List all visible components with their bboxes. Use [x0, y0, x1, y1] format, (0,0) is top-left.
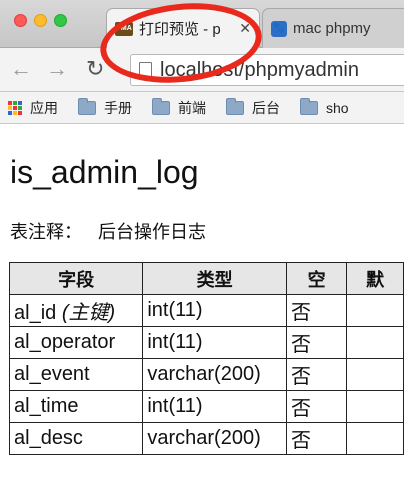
folder-icon [300, 97, 318, 115]
type-cell: varchar(200) [142, 422, 287, 455]
bookmark-manual[interactable]: 手册 [78, 97, 132, 118]
table-row: al_desc varchar(200) 否 [8, 422, 404, 455]
table-comment: 表注释： 后台操作日志 [10, 218, 206, 244]
bookmark-frontend[interactable]: 前端 [152, 97, 206, 118]
field-cell: al_event [8, 358, 144, 391]
bookmark-label: 后台 [252, 99, 280, 116]
forward-arrow-icon[interactable]: → [46, 56, 68, 82]
null-cell: 否 [285, 390, 348, 423]
zoom-window-button[interactable] [54, 14, 67, 27]
back-arrow-icon[interactable]: ← [10, 56, 32, 82]
bookmarks-bar: 应用 手册 前端 后台 sho [0, 92, 404, 124]
bookmark-label: 前端 [178, 99, 206, 116]
folder-icon [152, 97, 170, 115]
type-cell: int(11) [142, 294, 287, 327]
type-cell: int(11) [142, 390, 287, 423]
bookmark-apps[interactable]: 应用 [8, 98, 58, 118]
folder-icon [78, 97, 96, 115]
column-header-default: 默 [346, 262, 404, 295]
table-header-row: 字段 类型 空 默 [8, 262, 404, 295]
field-cell: al_desc [8, 422, 144, 455]
default-cell [346, 358, 404, 391]
schema-table: 字段 类型 空 默 al_id (主键) int(11) 否 al_operat… [8, 262, 404, 455]
column-header-field: 字段 [8, 262, 144, 295]
default-cell [346, 422, 404, 455]
folder-icon [226, 97, 244, 115]
bookmark-backend[interactable]: 后台 [226, 97, 280, 118]
default-cell [346, 390, 404, 423]
paw-icon: 🐾 [271, 20, 287, 37]
tab-title: mac phpmy [293, 20, 371, 37]
page-content: is_admin_log 表注释： 后台操作日志 字段 类型 空 默 al_id … [0, 124, 404, 477]
default-cell [346, 294, 404, 327]
null-cell: 否 [285, 326, 348, 359]
table-row: al_operator int(11) 否 [8, 326, 404, 359]
primary-key-note: (主键) [61, 302, 116, 324]
null-cell: 否 [285, 294, 348, 327]
null-cell: 否 [285, 358, 348, 391]
default-cell [346, 326, 404, 359]
field-cell: al_id (主键) [8, 294, 144, 327]
null-cell: 否 [285, 422, 348, 455]
bookmark-label: sho [326, 99, 349, 116]
page-title: is_admin_log [10, 154, 199, 190]
tab-mac-phpmyadmin[interactable]: 🐾 mac phpmy [262, 8, 404, 48]
table-row: al_time int(11) 否 [8, 390, 404, 423]
table-row: al_event varchar(200) 否 [8, 358, 404, 391]
column-header-null: 空 [285, 262, 348, 295]
comment-value: 后台操作日志 [98, 222, 206, 242]
bookmark-label: 应用 [30, 99, 58, 116]
apps-icon [8, 100, 22, 115]
minimize-window-button[interactable] [34, 14, 47, 27]
field-cell: al_operator [8, 326, 144, 359]
table-row: al_id (主键) int(11) 否 [8, 294, 404, 327]
comment-label: 表注释： [10, 222, 82, 242]
bookmark-sho[interactable]: sho [300, 97, 349, 116]
close-window-button[interactable] [14, 14, 27, 27]
field-cell: al_time [8, 390, 144, 423]
type-cell: varchar(200) [142, 358, 287, 391]
tab-strip: PMA 打印预览 - p ✕ 🐾 mac phpmy [0, 0, 404, 91]
reload-icon[interactable]: ↻ [86, 56, 104, 82]
bookmark-label: 手册 [104, 99, 132, 116]
type-cell: int(11) [142, 326, 287, 359]
column-header-type: 类型 [142, 262, 287, 295]
